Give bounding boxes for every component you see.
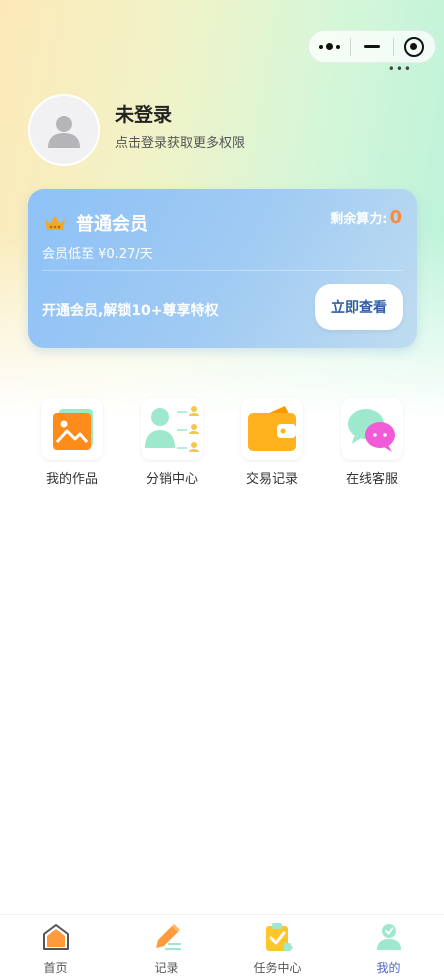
distribution-icon — [141, 398, 203, 460]
feature-label: 交易记录 — [245, 472, 298, 487]
minimize-icon[interactable] — [351, 31, 392, 62]
feature-my-works[interactable]: 我的作品 — [22, 398, 122, 487]
tab-task-center[interactable]: 任务中心 — [222, 915, 333, 978]
tab-label: 记录 — [154, 961, 179, 975]
tab-label: 首页 — [43, 961, 68, 975]
image-icon — [41, 398, 103, 460]
user-name[interactable]: 未登录 — [115, 100, 172, 127]
more-icon[interactable] — [309, 31, 350, 62]
card-divider — [42, 270, 403, 271]
feature-label: 分销中心 — [145, 472, 198, 487]
home-icon — [42, 924, 69, 950]
membership-card[interactable]: 普通会员 剩余算力: 0 会员低至 ¥0.27/天 开通会员,解锁10+尊享特权 … — [28, 189, 417, 348]
avatar[interactable] — [28, 94, 100, 166]
miniprogram-capsule — [308, 30, 436, 63]
feature-label: 在线客服 — [345, 472, 398, 487]
tab-label: 任务中心 — [253, 961, 302, 975]
ellipsis-icon: ••• — [387, 62, 412, 76]
user-icon — [376, 924, 401, 950]
view-now-button[interactable]: 立即查看 — [315, 284, 403, 330]
crown-icon — [45, 216, 65, 230]
tab-home[interactable]: 首页 — [0, 915, 111, 978]
feature-grid: 我的作品 分销中心 交易记录 在线客服 — [0, 398, 444, 488]
feature-transactions[interactable]: 交易记录 — [222, 398, 322, 487]
wallet-icon — [241, 398, 303, 460]
feature-support[interactable]: 在线客服 — [322, 398, 422, 487]
compute-label: 剩余算力: — [330, 212, 388, 227]
tab-mine[interactable]: 我的 — [333, 915, 444, 978]
membership-promo: 开通会员,解锁10+尊享特权 — [42, 303, 219, 319]
feature-distribution[interactable]: 分销中心 — [122, 398, 222, 487]
feature-label: 我的作品 — [45, 472, 98, 487]
target-icon[interactable] — [394, 31, 435, 62]
membership-price: 会员低至 ¥0.27/天 — [42, 247, 153, 262]
compute-remaining: 剩余算力: 0 — [330, 207, 402, 228]
login-hint[interactable]: 点击登录获取更多权限 — [115, 132, 245, 151]
compute-value: 0 — [389, 207, 402, 228]
tab-records[interactable]: 记录 — [111, 915, 222, 978]
chat-icon — [341, 398, 403, 460]
user-placeholder-icon — [48, 116, 80, 148]
clipboard-icon — [265, 923, 293, 951]
membership-title: 普通会员 — [76, 214, 148, 235]
pencil-icon — [155, 924, 181, 950]
bottom-tab-bar: 首页 记录 任务中心 我的 — [0, 914, 444, 978]
tab-label: 我的 — [376, 961, 401, 975]
